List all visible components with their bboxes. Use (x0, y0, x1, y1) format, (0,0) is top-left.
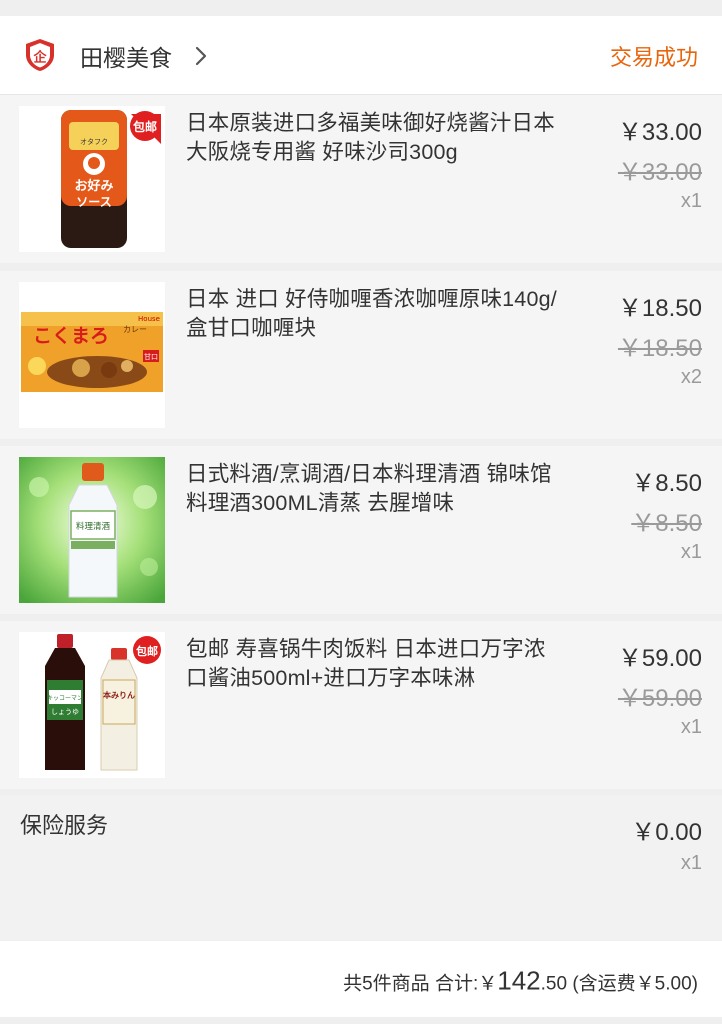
insurance-service-row[interactable]: 保险服务 ￥0.00 x1 (0, 795, 722, 940)
order-item[interactable]: こくまろ カレー House 甘口 日本 进口 好侍咖喱香浓咖喱原味140g/盒… (0, 271, 722, 439)
product-image-text: キッコーマン (47, 695, 83, 702)
total-currency: ￥ (478, 973, 498, 995)
shipping-fee-note: (含运费￥5.00) (572, 973, 698, 995)
product-title[interactable]: 包邮 寿喜锅牛肉饭料 日本进口万字浓口酱油500ml+进口万字本味淋 (186, 635, 566, 693)
original-price: ￥8.50 (631, 510, 702, 537)
product-image-text: 甘口 (144, 352, 158, 361)
product-title[interactable]: 日本 进口 好侍咖喱香浓咖喱原味140g/盒甘口咖喱块 (186, 285, 566, 343)
original-price: ￥59.00 (617, 685, 702, 712)
product-quantity: x2 (680, 366, 702, 388)
product-price: ￥59.00 (617, 645, 702, 672)
item-count: 共5件商品 (343, 973, 430, 995)
enterprise-shop-icon: 企 (26, 39, 54, 71)
product-image-text: カレー (123, 325, 147, 334)
shop-badge-text: 企 (32, 50, 47, 66)
product-price: ￥33.00 (617, 119, 702, 146)
original-price: ￥33.00 (617, 159, 702, 186)
product-title[interactable]: 日式料酒/烹调酒/日本料理清酒 锦味馆料理酒300ML清蒸 去腥增味 (186, 460, 566, 518)
product-image-text: House (138, 315, 160, 323)
insurance-quantity: x1 (680, 852, 702, 874)
product-image-text: ソース (76, 195, 111, 209)
order-summary: 共5件商品 合计:￥142.50 (含运费￥5.00) (0, 941, 722, 1017)
product-image-text: 料理清酒 (76, 521, 111, 532)
product-image-text: しょうゆ (51, 708, 79, 716)
product-image-text: オタフク (80, 137, 108, 146)
product-image[interactable]: お好み ソース オタフク 包邮 (19, 106, 165, 252)
product-image-text: こくまろ (33, 325, 109, 347)
insurance-label: 保险服务 (20, 813, 109, 838)
bottom-strip (0, 1017, 722, 1024)
top-strip (0, 0, 722, 16)
chevron-right-icon[interactable] (192, 45, 210, 67)
total-decimals: .50 (540, 973, 568, 995)
product-quantity: x1 (680, 541, 702, 563)
order-item[interactable]: お好み ソース オタフク 包邮 日本原装进口多福美味御好烧酱汁日本大阪烧专用酱 … (0, 95, 722, 263)
product-image-text: お好み (74, 178, 113, 194)
shop-header[interactable]: 企 田樱美食 交易成功 (0, 16, 722, 95)
total-amount: 142 (497, 965, 541, 996)
free-shipping-badge: 包邮 (132, 119, 157, 134)
product-quantity: x1 (680, 716, 702, 738)
free-shipping-badge: 包邮 (135, 644, 158, 658)
product-image[interactable]: こくまろ カレー House 甘口 (19, 282, 165, 428)
product-image[interactable]: キッコーマン しょうゆ 本みりん 包邮 (19, 632, 165, 778)
product-image[interactable]: 料理清酒 (19, 457, 165, 603)
product-image-text: 本みりん (102, 690, 135, 700)
product-price: ￥8.50 (631, 470, 702, 497)
order-total-line: 共5件商品 合计:￥142.50 (含运费￥5.00) (343, 966, 698, 997)
product-title[interactable]: 日本原装进口多福美味御好烧酱汁日本大阪烧专用酱 好味沙司300g (186, 109, 566, 167)
product-price: ￥18.50 (617, 295, 702, 322)
order-item[interactable]: 料理清酒 日式料酒/烹调酒/日本料理清酒 锦味馆料理酒300ML清蒸 去腥增味 … (0, 446, 722, 614)
total-label: 合计: (434, 973, 479, 995)
product-quantity: x1 (680, 190, 702, 212)
original-price: ￥18.50 (617, 335, 702, 362)
shop-name[interactable]: 田樱美食 (80, 39, 172, 73)
insurance-price: ￥0.00 (631, 819, 702, 846)
order-status: 交易成功 (609, 45, 698, 70)
order-item[interactable]: キッコーマン しょうゆ 本みりん 包邮 包邮 寿喜锅牛肉饭料 日本进口万字浓口酱… (0, 621, 722, 789)
